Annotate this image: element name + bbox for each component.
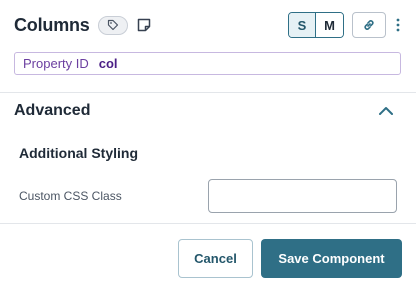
- tag-icon: [107, 19, 118, 31]
- advanced-section-title[interactable]: Advanced: [14, 102, 90, 120]
- more-vertical-icon: [396, 18, 400, 32]
- component-title: Columns: [14, 14, 90, 35]
- link-button[interactable]: [352, 12, 386, 38]
- custom-css-class-label: Custom CSS Class: [19, 189, 122, 203]
- divider: [0, 223, 416, 224]
- divider: [0, 92, 416, 93]
- property-id-field[interactable]: Property ID col: [14, 52, 401, 75]
- size-m-button[interactable]: M: [316, 13, 343, 37]
- property-id-value: col: [98, 56, 118, 71]
- size-s-button[interactable]: S: [289, 13, 316, 37]
- note-icon: [137, 18, 150, 32]
- property-id-label: Property ID: [23, 56, 89, 71]
- size-toggle: S M: [288, 12, 344, 38]
- custom-css-class-input[interactable]: [208, 179, 397, 213]
- link-icon: [364, 20, 374, 30]
- additional-styling-heading: Additional Styling: [19, 145, 138, 161]
- panel-header: Columns S M: [14, 12, 404, 38]
- note-button[interactable]: [136, 17, 152, 33]
- cancel-button[interactable]: Cancel: [178, 239, 253, 278]
- save-component-button[interactable]: Save Component: [261, 239, 402, 278]
- tag-button[interactable]: [97, 15, 128, 35]
- more-options-button[interactable]: [392, 12, 404, 38]
- chevron-up-icon[interactable]: [378, 104, 394, 118]
